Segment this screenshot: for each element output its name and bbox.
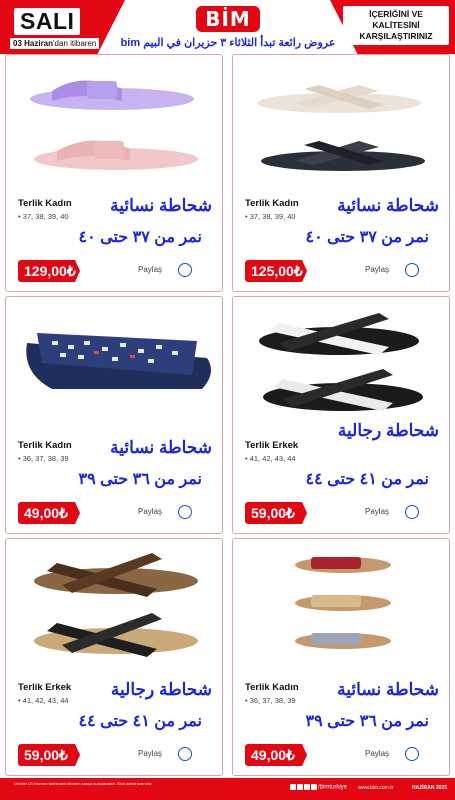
price-tag: 49,00₺ [18,502,80,524]
compare-line-2: KALİTESİNİ [372,20,420,30]
footer-date: HAZİRAN 2025 [412,785,448,791]
compare-line-3: KARŞILAŞTIRINIZ [359,31,433,41]
product-name: Terlik Kadın [245,682,299,693]
product-card[interactable]: Terlik Kadın • 37, 38, 39, 40 شحاطة نسائ… [5,54,223,292]
black-white-cross-slides-image [259,313,423,411]
product-title-arabic: شحاطة نسائية [110,438,212,457]
facebook-icon [290,784,296,790]
product-sizes: • 41, 42, 43, 44 [245,454,296,463]
three-flat-sandals-image [295,557,391,649]
instagram-icon [297,784,303,790]
product-name: Terlik Erkek [245,440,299,451]
footer-website[interactable]: www.bim.com.tr [358,785,393,791]
product-sizes-arabic: نمر من ٣٧ حتى ٤٠ [305,229,430,246]
product-card[interactable]: Terlik Kadın • 36, 37, 38, 39 شحاطة نسائ… [232,538,450,776]
share-label: Paylaş [138,507,163,516]
footer-note: Ürünler 03 Haziran tarihinden itibaren s… [14,781,153,786]
product-sizes-arabic: نمر من ٤١ حتى ٤٤ [78,713,203,730]
product-sizes: • 36, 37, 38, 39 [18,454,69,463]
price-tag: 125,00₺ [245,260,307,282]
product-title-arabic: شحاطة نسائية [110,196,212,215]
share-radio[interactable] [405,263,419,277]
share-radio[interactable] [405,747,419,761]
price-tag: 49,00₺ [245,744,307,766]
footer: Ürünler 03 Haziran tarihinden itibaren s… [0,778,455,800]
product-card[interactable]: Terlik Kadın • 37, 38, 39, 40 شحاطة نسائ… [232,54,450,292]
bim-logo: BİM [196,6,260,32]
price-tag: 59,00₺ [245,502,307,524]
product-title-arabic: شحاطة نسائية [337,680,439,699]
product-name: Terlik Kadın [18,198,72,209]
share-label: Paylaş [365,749,390,758]
product-sizes-arabic: نمر من ٣٧ حتى ٤٠ [78,229,203,246]
product-sizes: • 37, 38, 39, 40 [18,212,69,221]
promo-arabic: عروض رائعة تبدأ الثلاثاء ٣ حزيران في الب… [120,37,336,49]
footer-social-handle: /bimturkiye [318,784,348,791]
price-tag: 129,00₺ [18,260,80,282]
linkedin-icon [304,784,310,790]
price-tag: 59,00₺ [18,744,80,766]
product-name: Terlik Erkek [18,682,72,693]
compare-badge: İÇERİĞİNİ VE KALİTESİNİ KARŞILAŞTIRINIZ [343,6,449,45]
share-label: Paylaş [138,749,163,758]
share-radio[interactable] [178,505,192,519]
product-sizes: • 37, 38, 39, 40 [245,212,296,221]
product-title-arabic: شحاطة نسائية [337,196,439,215]
product-sizes-arabic: نمر من ٤١ حتى ٤٤ [305,471,430,488]
product-card[interactable]: Terlik Kadın • 36, 37, 38, 39 شحاطة نسائ… [5,296,223,534]
cream-black-slides-image [257,85,425,171]
day-label: SALI [14,8,81,35]
compare-line-1: İÇERİĞİNİ VE [369,9,423,19]
share-radio[interactable] [178,747,192,761]
product-card[interactable]: Terlik Erkek • 41, 42, 43, 44 شحاطة رجال… [232,296,450,534]
youtube-icon [311,784,317,790]
lilac-pink-slides-image [30,80,198,170]
share-radio[interactable] [405,505,419,519]
product-sizes-arabic: نمر من ٣٦ حتى ٣٩ [305,713,430,730]
share-label: Paylaş [138,265,163,274]
product-name: Terlik Kadın [245,198,299,209]
share-radio[interactable] [178,263,192,277]
product-name: Terlik Kadın [18,440,72,451]
start-date-rest: 'dan itibaren [53,39,97,48]
product-sizes-arabic: نمر من ٣٦ حتى ٣٩ [78,471,203,488]
header: SALI 03 Haziran'dan itibaren BİM عروض را… [0,0,455,54]
start-date-bold: 03 Haziran [13,39,54,48]
product-title-arabic: شحاطة رجالية [337,421,439,440]
brown-black-leather-slides-image [34,553,198,657]
share-label: Paylaş [365,507,390,516]
start-date: 03 Haziran'dan itibaren [10,38,100,49]
share-label: Paylaş [365,265,390,274]
product-sizes: • 36, 37, 38, 39 [245,696,296,705]
footer-social[interactable]: /bimturkiye [290,784,347,791]
product-sizes: • 41, 42, 43, 44 [18,696,69,705]
product-card[interactable]: Terlik Erkek • 41, 42, 43, 44 شحاطة رجال… [5,538,223,776]
navy-patterned-slide-image [26,333,212,389]
product-title-arabic: شحاطة رجالية [110,680,212,699]
